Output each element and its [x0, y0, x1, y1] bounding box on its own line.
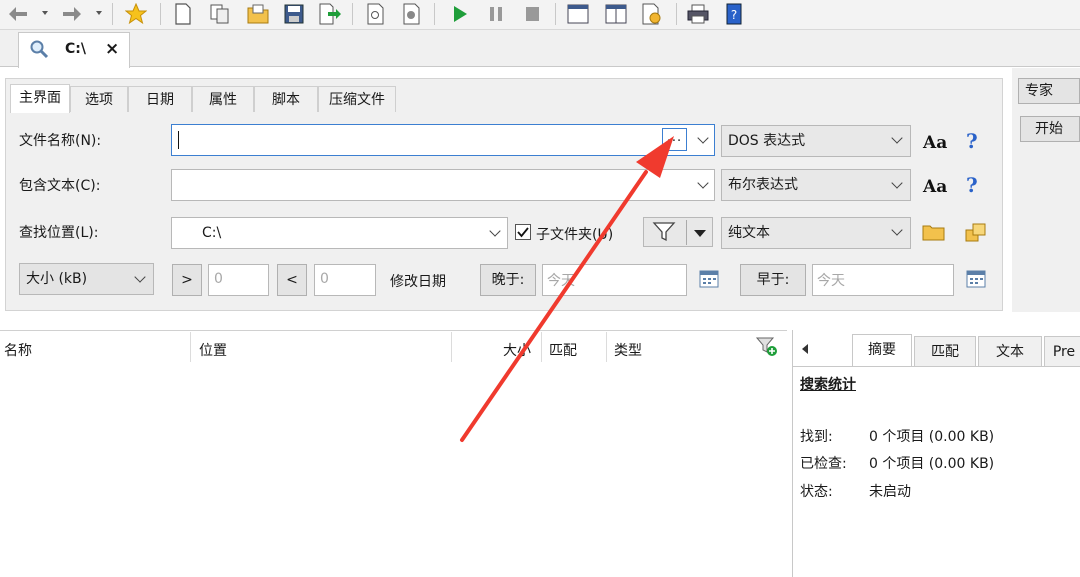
found-label: 找到:: [800, 429, 833, 445]
new-document-icon[interactable]: [171, 2, 195, 26]
size-max-input[interactable]: 0: [314, 264, 376, 296]
results-list[interactable]: [0, 330, 787, 577]
document-tab-strip: [0, 30, 1080, 67]
play-icon[interactable]: [448, 2, 472, 26]
expert-button[interactable]: 专家: [1018, 78, 1080, 104]
copy-location-icon[interactable]: [964, 222, 988, 248]
scroll-tabs-left-icon[interactable]: [802, 344, 808, 354]
text-type-value: 纯文本: [728, 225, 770, 241]
export-icon[interactable]: [318, 2, 342, 26]
svg-text:?: ?: [731, 8, 737, 22]
size-unit-value: 大小 (kB): [26, 271, 88, 287]
back-dropdown-icon[interactable]: [42, 11, 48, 15]
column-location[interactable]: 位置: [199, 340, 227, 360]
split-window-icon[interactable]: [604, 2, 628, 26]
start-button[interactable]: 开始: [1020, 116, 1080, 142]
file-name-mode-combo[interactable]: DOS 表达式: [721, 125, 911, 157]
filter-funnel-icon: [652, 222, 676, 242]
close-tab-icon[interactable]: ×: [105, 39, 119, 59]
subfolders-checkbox[interactable]: [515, 224, 531, 240]
text-caret: [178, 131, 179, 149]
side-panel: [1012, 68, 1080, 312]
size-unit-combo[interactable]: 大小 (kB): [19, 263, 154, 295]
text-mode-combo[interactable]: 布尔表达式: [721, 169, 911, 201]
forward-arrow-icon[interactable]: [60, 2, 84, 26]
subfolders-label: 子文件夹(U): [536, 227, 614, 243]
column-matches[interactable]: 匹配: [549, 340, 577, 360]
file-name-mode-value: DOS 表达式: [728, 133, 806, 149]
back-arrow-icon[interactable]: [6, 2, 30, 26]
after-button[interactable]: 晚于:: [480, 264, 536, 296]
filter-dropdown-icon[interactable]: [694, 230, 706, 237]
contains-text-label: 包含文本(C):: [19, 178, 101, 194]
tab-preview[interactable]: Pre: [1044, 336, 1080, 366]
file-name-help-icon[interactable]: ?: [966, 129, 978, 153]
file-name-label: 文件名称(N):: [19, 133, 102, 149]
tab-text[interactable]: 文本: [978, 336, 1042, 366]
stop-icon[interactable]: [520, 2, 544, 26]
pause-icon[interactable]: [484, 2, 508, 26]
match-case-icon[interactable]: Aa: [923, 133, 947, 153]
help-book-icon[interactable]: ?: [722, 2, 746, 26]
print-icon[interactable]: [686, 2, 710, 26]
look-in-combo[interactable]: C:\: [171, 217, 508, 249]
copy-document-icon[interactable]: [208, 2, 232, 26]
toolbar: ?: [0, 0, 1080, 30]
status-label: 状态:: [800, 484, 833, 500]
tab-matches[interactable]: 匹配: [914, 336, 976, 366]
tab-attributes[interactable]: 属性: [192, 86, 254, 112]
favorite-star-icon[interactable]: [124, 2, 148, 26]
document-tab[interactable]: C:\ ×: [18, 32, 130, 68]
tab-script[interactable]: 脚本: [254, 86, 318, 112]
column-type[interactable]: 类型: [614, 340, 642, 360]
save-icon[interactable]: [282, 2, 306, 26]
tab-date[interactable]: 日期: [128, 86, 192, 112]
file-name-input[interactable]: [171, 124, 715, 156]
before-button[interactable]: 早于:: [740, 264, 806, 296]
after-calendar-icon[interactable]: [699, 268, 719, 292]
tab-options[interactable]: 选项: [70, 86, 128, 112]
search-magnifier-icon: [29, 39, 49, 63]
text-match-case-icon[interactable]: Aa: [923, 177, 947, 197]
column-size[interactable]: 大小: [503, 340, 531, 360]
tab-summary[interactable]: 摘要: [852, 334, 912, 367]
size-greater-button[interactable]: >: [172, 264, 202, 296]
checked-label: 已检查:: [800, 456, 847, 472]
text-help-icon[interactable]: ?: [966, 173, 978, 197]
summary-heading: 搜索统计: [800, 377, 856, 393]
found-value: 0 个项目 (0.00 KB): [869, 429, 995, 445]
document-tab-title: C:\: [65, 41, 86, 57]
size-less-button[interactable]: <: [277, 264, 307, 296]
column-name[interactable]: 名称: [4, 340, 32, 360]
size-min-input[interactable]: 0: [208, 264, 269, 296]
status-value: 未启动: [869, 484, 911, 500]
tab-main[interactable]: 主界面: [10, 84, 70, 113]
before-date-input[interactable]: 今天: [812, 264, 954, 296]
results-filter-icon[interactable]: [755, 336, 780, 362]
options-icon[interactable]: [640, 2, 664, 26]
checked-value: 0 个项目 (0.00 KB): [869, 456, 995, 472]
tab-archives[interactable]: 压缩文件: [318, 86, 396, 112]
look-in-value: C:\: [202, 225, 222, 241]
after-date-input[interactable]: 今天: [542, 264, 687, 296]
report-icon[interactable]: [364, 2, 388, 26]
forward-dropdown-icon[interactable]: [96, 11, 102, 15]
layout-window-icon[interactable]: [566, 2, 590, 26]
browse-folder-icon[interactable]: [922, 222, 946, 246]
look-in-label: 查找位置(L):: [19, 225, 99, 241]
browse-button[interactable]: ...: [662, 128, 687, 151]
before-calendar-icon[interactable]: [966, 268, 986, 292]
modified-date-label: 修改日期: [390, 274, 446, 290]
open-folder-icon[interactable]: [246, 2, 270, 26]
report-settings-icon[interactable]: [400, 2, 424, 26]
filter-button[interactable]: [643, 217, 713, 247]
text-type-combo[interactable]: 纯文本: [721, 217, 911, 249]
contains-text-input[interactable]: [171, 169, 715, 201]
text-mode-value: 布尔表达式: [728, 177, 798, 193]
